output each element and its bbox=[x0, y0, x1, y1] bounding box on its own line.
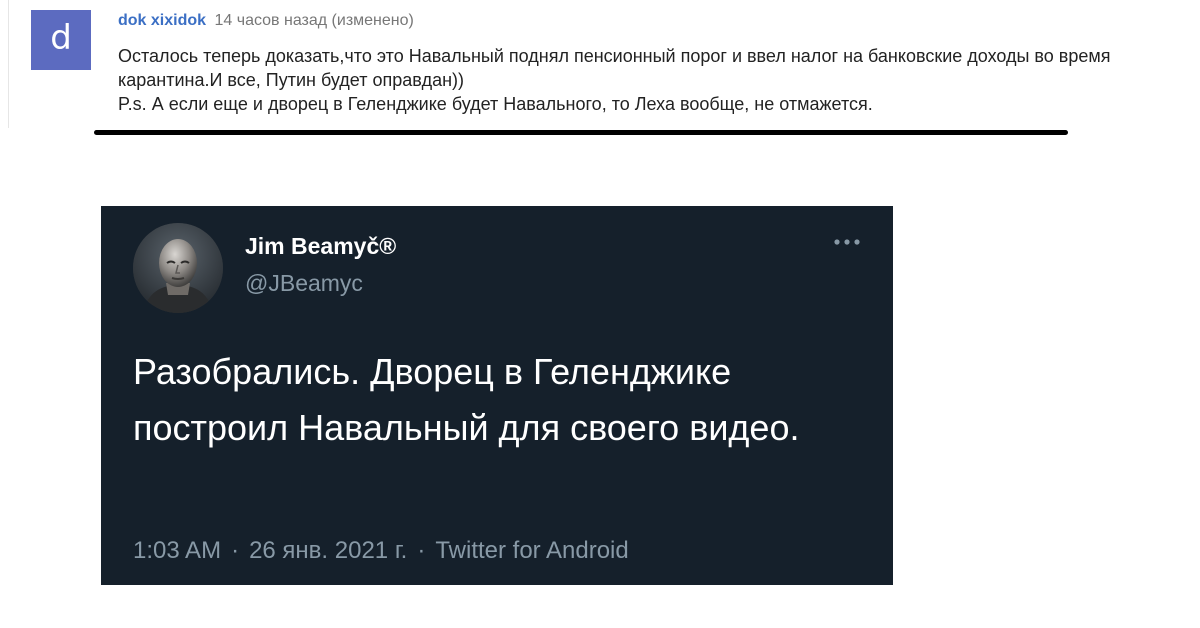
more-horizontal-icon[interactable] bbox=[829, 230, 865, 254]
author-link[interactable]: dok xixidok bbox=[118, 12, 206, 29]
avatar[interactable]: d bbox=[31, 10, 91, 70]
divider bbox=[8, 0, 9, 128]
separator: · bbox=[231, 537, 240, 564]
comment-timestamp: 14 часов назад (изменено) bbox=[214, 12, 414, 29]
tweet-footer: 1:03 AM · 26 янв. 2021 г. · Twitter for Andr… bbox=[133, 536, 629, 566]
comment: d dok xixidok 14 часов назад (изменено) … bbox=[0, 0, 1200, 130]
tweet-time[interactable]: 1:03 AM bbox=[133, 537, 221, 564]
tweet-author-handle[interactable]: @JBeamyc bbox=[245, 268, 363, 298]
comment-text: Осталось теперь доказать,что это Навальн… bbox=[118, 44, 1148, 116]
tweet-source[interactable]: Twitter for Android bbox=[435, 537, 628, 564]
tweet-date[interactable]: 26 янв. 2021 г. bbox=[249, 537, 407, 564]
tweet-author-name[interactable]: Jim Beamyč® bbox=[245, 231, 396, 261]
comment-line: Осталось теперь доказать,что это Навальн… bbox=[118, 46, 1111, 90]
profile-photo[interactable] bbox=[133, 223, 223, 313]
comment-meta: dok xixidok 14 часов назад (изменено) bbox=[118, 11, 414, 31]
tweet-text: Разобрались. Дворец в Геленджике построи… bbox=[133, 351, 800, 448]
separator: · bbox=[417, 537, 426, 564]
tweet-card: Jim Beamyč® @JBeamyc Разобрались. Дворец… bbox=[101, 206, 893, 585]
hand-drawn-underline bbox=[94, 130, 1068, 135]
comment-line: P.s. А если еще и дворец в Геленджике бу… bbox=[118, 94, 873, 114]
